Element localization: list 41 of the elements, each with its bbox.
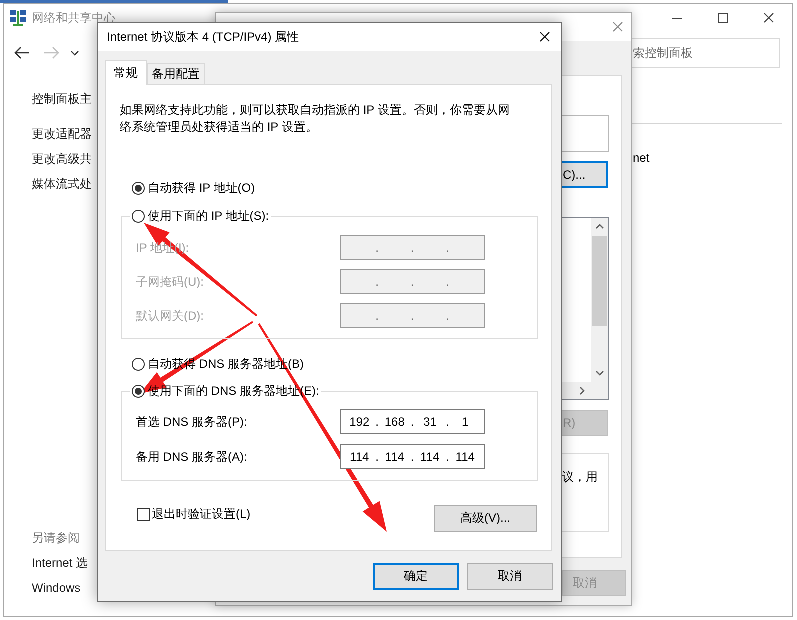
field-label: 默认网关(D): <box>136 308 205 324</box>
dialog-title: Internet 协议版本 4 (TCP/IPv4) 属性 <box>107 29 300 45</box>
nav-link[interactable]: Windows <box>32 580 81 596</box>
nav-link[interactable]: 媒体流式处 <box>32 176 92 192</box>
ok-button[interactable]: 确定 <box>373 563 459 590</box>
ip-address-field[interactable]: 114 . 114 . 114 . 114 <box>340 444 485 469</box>
ip-address-field[interactable]: 192 . 168 . 31 . 1 <box>340 409 485 434</box>
horizontal-scrollbar[interactable] <box>562 382 608 399</box>
description-text: 议，用 <box>562 470 598 484</box>
nav-link[interactable]: 更改适配器 <box>32 126 92 142</box>
close-icon <box>764 13 774 23</box>
tab[interactable]: 常规 <box>105 60 147 85</box>
field-label: 子网掩码(U): <box>136 274 205 290</box>
close-icon <box>540 32 550 42</box>
network-icon <box>10 10 26 26</box>
vertical-scrollbar[interactable] <box>591 218 608 382</box>
nav-link[interactable]: Internet 选 <box>32 555 88 571</box>
text-field[interactable] <box>562 115 609 152</box>
list-box[interactable] <box>562 217 609 400</box>
radio-option[interactable]: 使用下面的 IP 地址(S): <box>132 208 270 225</box>
checkbox-option[interactable]: 退出时验证设置(L) <box>137 506 251 523</box>
intro-text: 如果网络支持此功能，则可以获取自动指派的 IP 设置。否则，你需要从网络系统管理员处获得适当的 IP 设置。 <box>120 102 511 136</box>
maximize-icon <box>718 13 728 23</box>
nav-link[interactable]: 控制面板主 <box>32 91 92 107</box>
up-caret-icon[interactable] <box>596 224 604 229</box>
dialog-button[interactable]: C)... <box>562 161 608 188</box>
field-label: 首选 DNS 服务器(P): <box>136 414 248 430</box>
nav-link[interactable]: 更改高级共 <box>32 151 92 167</box>
close-icon <box>613 22 623 32</box>
field-label: 备用 DNS 服务器(A): <box>136 448 248 464</box>
close-button[interactable] <box>540 32 550 42</box>
advanced-button[interactable]: 高级(V)... <box>434 505 537 532</box>
tab[interactable]: 备用配置 <box>147 63 205 84</box>
section-heading: 另请参阅 <box>32 530 80 546</box>
right-caret-icon[interactable] <box>580 386 585 394</box>
radio-option[interactable]: 自动获得 IP 地址(O) <box>132 180 256 197</box>
cancel-button[interactable]: 取消 <box>467 563 553 590</box>
search-field[interactable]: 索控制面板 <box>632 38 780 68</box>
scrollbar-thumb[interactable] <box>592 236 607 326</box>
item-label: net <box>632 150 650 166</box>
down-caret-icon[interactable] <box>596 371 604 376</box>
